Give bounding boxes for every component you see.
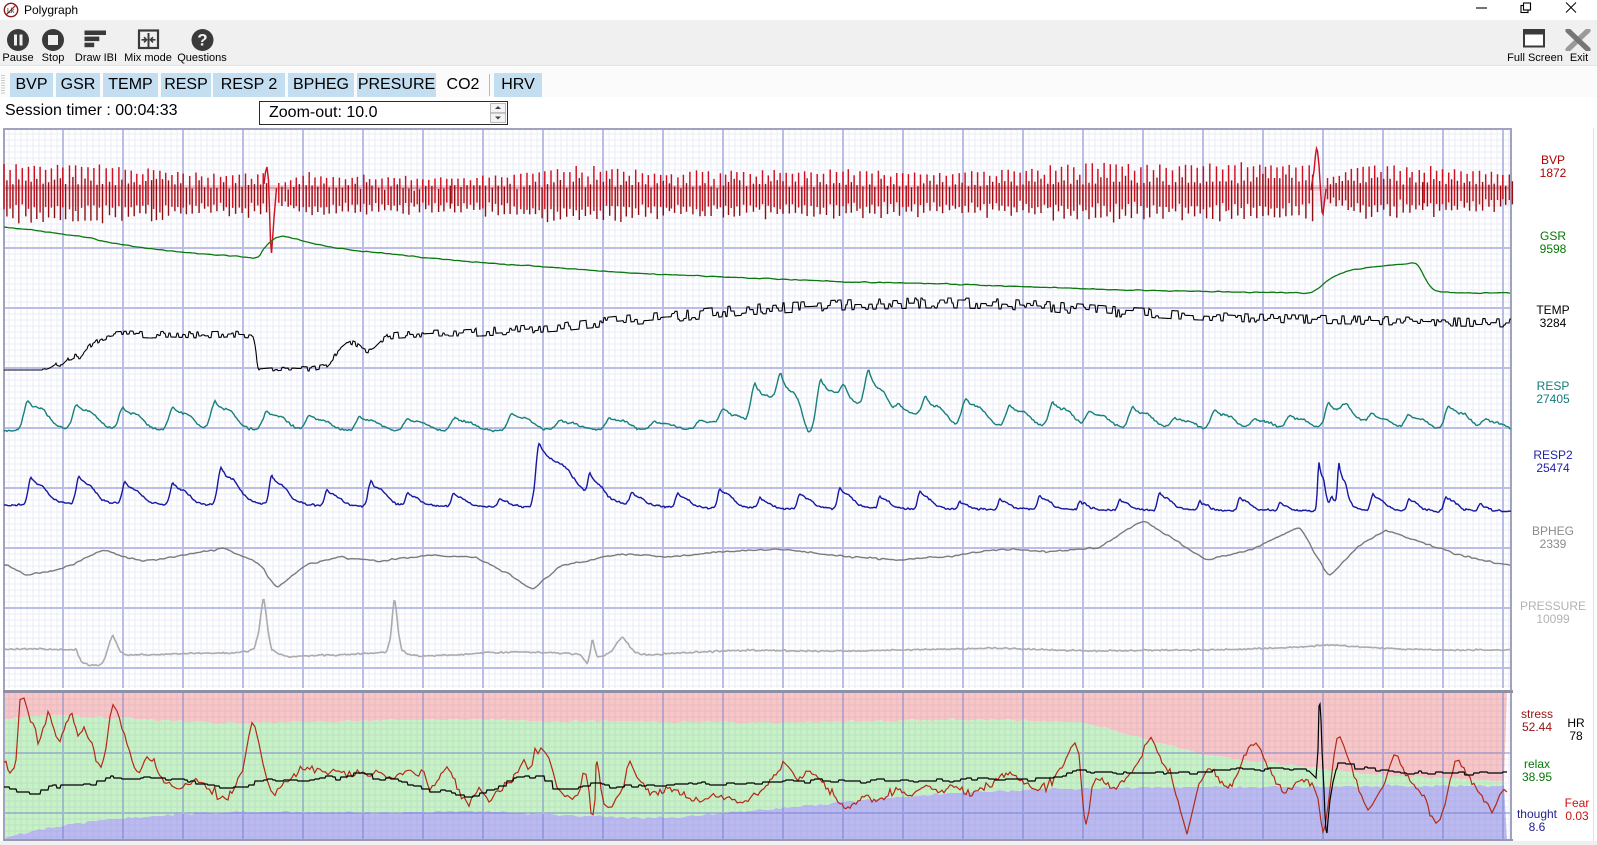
svg-text:?: ? [197, 31, 207, 50]
svg-text:Lk: Lk [7, 8, 15, 15]
